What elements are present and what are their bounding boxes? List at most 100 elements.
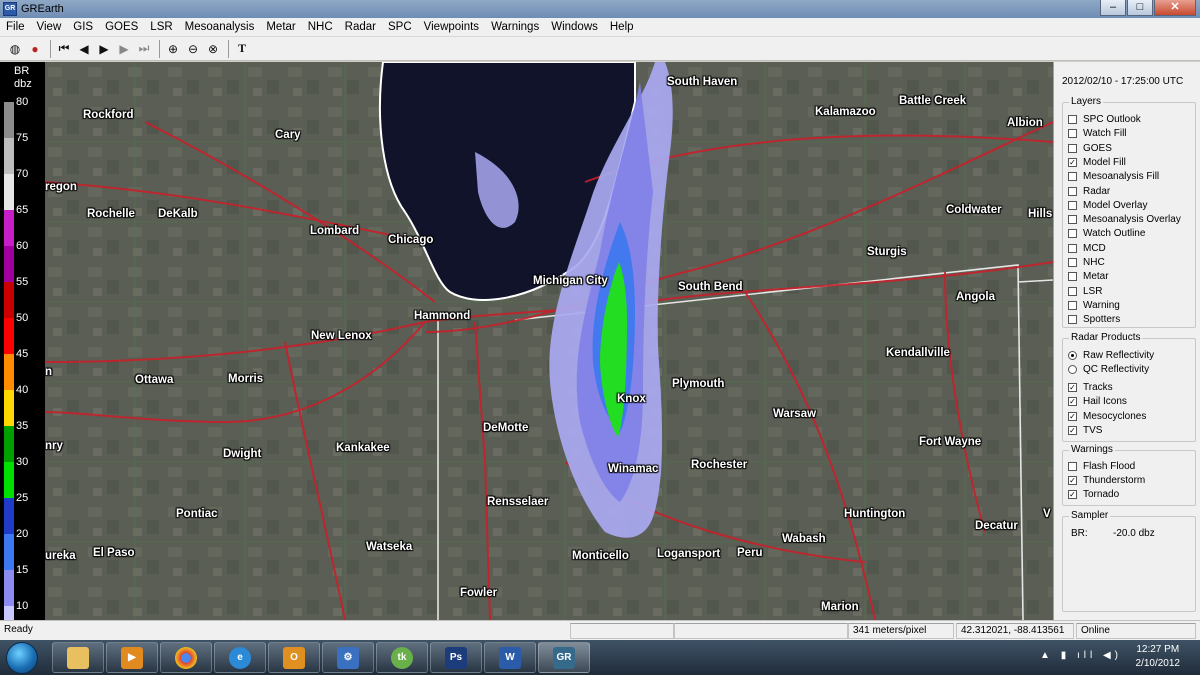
checkbox[interactable] [1068,286,1077,296]
checkbox[interactable] [1068,243,1077,253]
checkbox[interactable] [1068,186,1077,196]
checkbox[interactable] [1068,229,1077,239]
chrome-icon[interactable] [160,642,212,673]
checkbox[interactable]: ✓ [1068,383,1077,392]
radar-mode-item[interactable]: Raw Reflectivity [1068,350,1154,361]
checkbox[interactable]: ✓ [1068,397,1077,407]
play-icon[interactable]: ▶ [95,40,113,58]
checkbox[interactable] [1068,258,1077,267]
checkbox[interactable] [1068,215,1077,225]
menu-windows[interactable]: Windows [545,21,604,33]
menu-goes[interactable]: GOES [99,21,144,33]
menu-spc[interactable]: SPC [382,21,418,33]
radar-overlay-item[interactable]: ✓ Hail Icons [1068,396,1127,407]
menu-view[interactable]: View [31,21,68,33]
menu-gis[interactable]: GIS [67,21,99,33]
warning-item[interactable]: ✓ Thunderstorm [1068,475,1145,486]
legend-label: 80 [16,96,29,108]
maximize-button[interactable]: □ [1127,0,1153,16]
layer-item[interactable]: Model Overlay [1068,200,1147,211]
zoom-reset-icon[interactable]: ⊗ [204,40,222,58]
checkbox[interactable] [1068,462,1077,471]
talk-icon[interactable]: tk [376,642,428,673]
outlook-icon[interactable]: O [268,642,320,673]
checkbox[interactable] [1068,315,1077,325]
layer-item[interactable]: Radar [1068,186,1110,197]
checkbox[interactable]: ✓ [1068,490,1077,499]
checkbox[interactable] [1068,143,1077,153]
legend-unit: dbz [14,78,32,90]
checkbox[interactable]: ✓ [1068,157,1077,167]
explorer-icon[interactable] [52,642,104,673]
layer-item[interactable]: Watch Fill [1068,128,1127,139]
city-label: regon [45,181,77,193]
layer-item[interactable]: LSR [1068,286,1102,297]
close-button[interactable]: ✕ [1154,0,1196,16]
layer-item[interactable]: SPC Outlook [1068,114,1141,125]
checkbox[interactable]: ✓ [1068,411,1077,421]
media-player-icon[interactable]: ▶ [106,642,158,673]
city-label: Decatur [975,520,1018,532]
layer-item-label: Spotters [1083,314,1121,326]
word-icon[interactable]: W [484,642,536,673]
layer-item[interactable]: MCD [1068,243,1106,254]
step-forward-icon[interactable]: ▶ [115,40,133,58]
grearth-icon[interactable]: GR [538,642,590,673]
menu-viewpoints[interactable]: Viewpoints [418,21,485,33]
warning-item[interactable]: Flash Flood [1068,461,1135,472]
radar-overlay-item[interactable]: ✓ TVS [1068,425,1102,436]
layer-item[interactable]: Mesoanalysis Overlay [1068,214,1181,225]
minimize-button[interactable]: – [1100,0,1126,16]
clock[interactable]: 12:27 PM 2/10/2012 [1136,643,1181,671]
checkbox[interactable]: ✓ [1068,476,1077,485]
menu-metar[interactable]: Metar [260,21,301,33]
radar-overlay-item[interactable]: ✓ Tracks [1068,382,1113,393]
layer-item[interactable]: ✓ Model Fill [1068,157,1126,168]
start-button[interactable] [6,642,38,674]
menu-mesoanalysis[interactable]: Mesoanalysis [179,21,261,33]
menu-radar[interactable]: Radar [339,21,382,33]
layer-item[interactable]: Spotters [1068,314,1120,325]
checkbox[interactable] [1068,300,1077,310]
menu-help[interactable]: Help [604,21,640,33]
checkbox[interactable] [1068,129,1077,139]
layer-item[interactable]: Metar [1068,271,1109,282]
layer-item[interactable]: Warning [1068,300,1120,311]
checkbox[interactable] [1068,272,1077,282]
layer-item[interactable]: GOES [1068,143,1112,154]
menu-lsr[interactable]: LSR [144,21,178,33]
menu-nhc[interactable]: NHC [302,21,339,33]
first-frame-icon[interactable]: ⏮ [55,40,73,58]
checkbox[interactable] [1068,115,1077,124]
warning-item[interactable]: ✓ Tornado [1068,489,1119,500]
text-tool-icon[interactable]: T [233,40,251,58]
radar-site-icon[interactable]: ● [26,40,44,58]
map-view[interactable]: Rockford Cary South Haven Kalamazoo Battle C… [45,62,1053,620]
radio-button[interactable] [1068,365,1077,374]
last-frame-icon[interactable]: ⏭ [135,40,153,58]
zoom-in-icon[interactable]: ⊕ [164,40,182,58]
radar-mode-item-label: Raw Reflectivity [1083,350,1155,361]
step-back-icon[interactable]: ◀ [75,40,93,58]
globe-icon[interactable]: ◍ [6,40,24,58]
checkbox[interactable]: ✓ [1068,425,1077,435]
status-connection: Online [1076,623,1196,639]
radio-button[interactable] [1068,351,1077,360]
menu-file[interactable]: File [0,21,31,33]
photoshop-icon[interactable]: Ps [430,642,482,673]
layer-item[interactable]: Watch Outline [1068,228,1145,239]
radar-products-group-title: Radar Products [1069,332,1143,343]
settings-icon[interactable]: ⚙ [322,642,374,673]
checkbox[interactable] [1068,172,1077,182]
menu-warnings[interactable]: Warnings [485,21,545,33]
layer-item[interactable]: Mesoanalysis Fill [1068,171,1159,182]
radar-mode-item[interactable]: QC Reflectivity [1068,364,1149,375]
city-label: Cary [275,129,301,141]
checkbox[interactable] [1068,200,1077,210]
ie-icon[interactable]: e [214,642,266,673]
zoom-out-icon[interactable]: ⊖ [184,40,202,58]
tray-icons[interactable]: ▲ ▮ ıll ◀) [1040,650,1122,661]
layer-item[interactable]: NHC [1068,257,1105,268]
city-label: V [1043,508,1051,520]
radar-overlay-item[interactable]: ✓ Mesocyclones [1068,411,1146,422]
